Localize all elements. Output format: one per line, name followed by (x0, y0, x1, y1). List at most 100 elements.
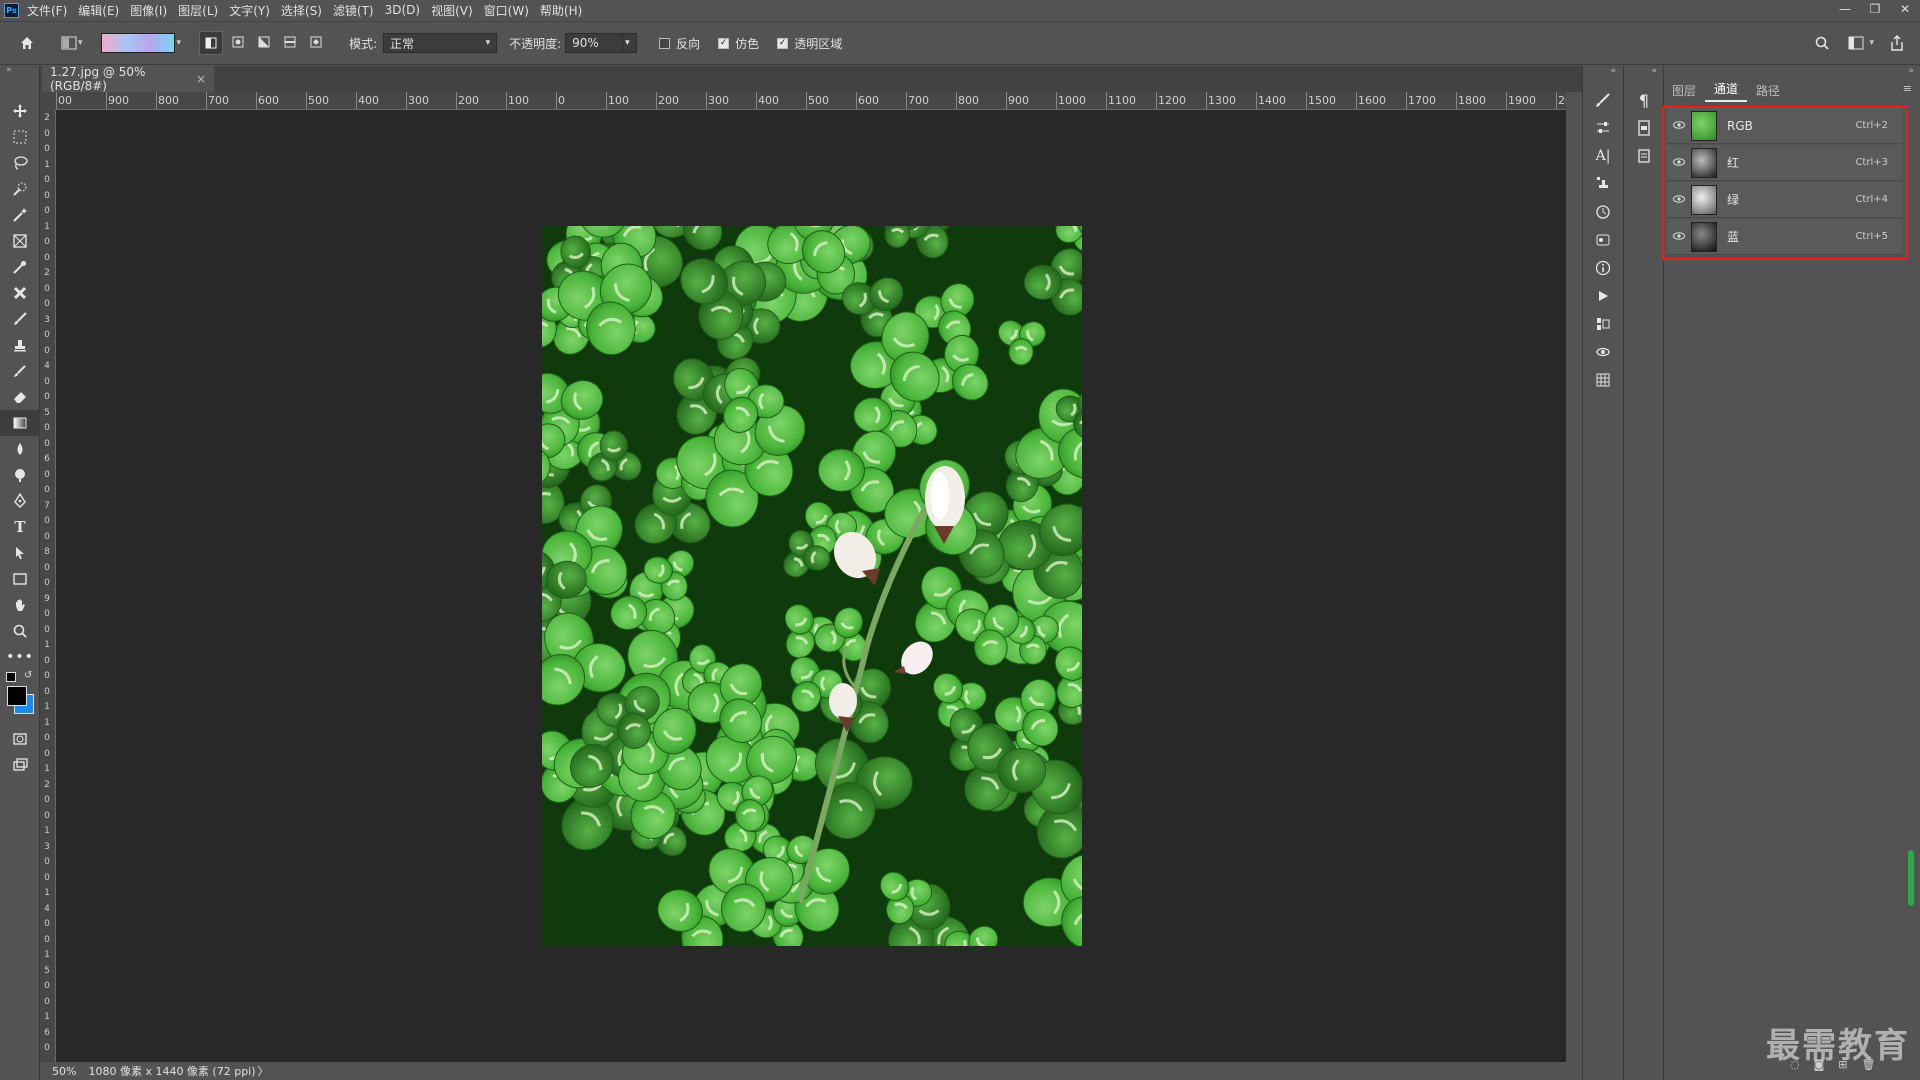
swap-colors-icon[interactable]: ↺ (24, 670, 32, 681)
eraser-tool-icon[interactable] (0, 384, 40, 410)
angle-gradient-icon[interactable] (253, 31, 275, 53)
preset-chevron-down-icon[interactable]: ▾ (78, 38, 83, 48)
eyedropper-tool-icon[interactable] (0, 254, 40, 280)
clone-source-icon[interactable] (1583, 170, 1623, 198)
workspace-icon[interactable] (1845, 32, 1867, 54)
menu-select[interactable]: 选择(S) (281, 2, 322, 19)
paragraph-icon[interactable]: ¶ (1624, 86, 1664, 114)
quick-mask-icon[interactable] (0, 726, 40, 752)
pen-tool-icon[interactable] (0, 488, 40, 514)
ruler-origin[interactable] (40, 92, 56, 110)
more-tools-icon[interactable]: ••• (0, 644, 40, 670)
transparency-checkbox-box[interactable]: ✓ (777, 37, 789, 49)
crop-frame-tool-icon[interactable] (0, 228, 40, 254)
menu-type[interactable]: 文字(Y) (229, 2, 270, 19)
reverse-checkbox[interactable]: 反向 (659, 35, 700, 52)
reflected-gradient-icon[interactable] (279, 31, 301, 53)
close-window-button[interactable]: ✕ (1890, 0, 1920, 20)
magic-wand-tool-icon[interactable] (0, 202, 40, 228)
3d-icon[interactable] (1583, 338, 1623, 366)
history-icon[interactable] (1583, 198, 1623, 226)
menu-layer[interactable]: 图层(L) (178, 2, 218, 19)
menu-edit[interactable]: 编辑(E) (78, 2, 119, 19)
restore-button[interactable]: ❐ (1860, 0, 1890, 20)
marquee-tool-icon[interactable] (0, 124, 40, 150)
type-tool-icon[interactable]: T (0, 514, 40, 540)
ruler-label: 0 (44, 562, 50, 573)
opacity-chevron-down-icon[interactable]: ▾ (623, 33, 638, 53)
menu-help[interactable]: 帮助(H) (540, 2, 582, 19)
screen-mode-icon[interactable] (0, 752, 40, 778)
clone-stamp-tool-icon[interactable] (0, 332, 40, 358)
menu-view[interactable]: 视图(V) (431, 2, 473, 19)
blur-tool-icon[interactable] (0, 436, 40, 462)
diamond-gradient-icon[interactable] (305, 31, 327, 53)
actions-play-icon[interactable] (1583, 282, 1623, 310)
gradient-chevron-down-icon[interactable]: ▾ (177, 38, 182, 48)
menu-file[interactable]: 文件(F) (27, 2, 67, 19)
document-info[interactable]: 1080 像素 x 1440 像素 (72 ppi) (88, 1063, 255, 1079)
collapse-column-2-icon[interactable]: « (1624, 66, 1663, 86)
gradient-tool-icon[interactable] (0, 410, 40, 436)
reverse-checkbox-box[interactable] (659, 37, 671, 49)
opacity-input[interactable]: 90% (565, 33, 624, 53)
menu-window[interactable]: 窗口(W) (484, 2, 529, 19)
dither-checkbox-box[interactable]: ✓ (718, 37, 730, 49)
dither-checkbox[interactable]: ✓ 仿色 (718, 35, 759, 52)
table-icon[interactable] (1583, 366, 1623, 394)
menu-3d[interactable]: 3D(D) (385, 3, 420, 17)
gradient-swatch[interactable] (100, 33, 175, 53)
foreground-color-swatch[interactable] (7, 686, 27, 706)
horizontal-ruler[interactable]: 00 900 800 700 600 500 400 300 200 100 0 100 200 300 4… (56, 92, 1566, 110)
ruler-label: 1800 (1458, 94, 1486, 107)
dodge-tool-icon[interactable] (0, 462, 40, 488)
rectangle-tool-icon[interactable] (0, 566, 40, 592)
collapse-toolbar-icon[interactable]: » (0, 66, 39, 98)
zoom-level[interactable]: 50% (52, 1065, 76, 1078)
document-image-clover[interactable] (542, 226, 1082, 946)
ruler-tick (156, 92, 157, 109)
lasso-tool-icon[interactable] (0, 150, 40, 176)
collapse-panel-icon[interactable]: » (1908, 66, 1914, 76)
gradient-tool-preset-icon[interactable] (58, 32, 80, 54)
document-tab[interactable]: 1.27.jpg @ 50%(RGB/8#) × (42, 65, 214, 93)
healing-tool-icon[interactable] (0, 280, 40, 306)
status-chevron-icon[interactable]: 〉 (258, 1063, 269, 1079)
character-icon[interactable]: A| (1583, 142, 1623, 170)
notes-icon[interactable] (1624, 142, 1664, 170)
workspace-chevron-down-icon[interactable]: ▾ (1869, 38, 1874, 48)
minimize-button[interactable]: — (1830, 0, 1860, 20)
info-icon[interactable] (1583, 254, 1623, 282)
menu-image[interactable]: 图像(I) (130, 2, 167, 19)
default-colors-icon[interactable] (6, 672, 16, 682)
share-icon[interactable] (1886, 32, 1908, 54)
adjustments-icon[interactable] (1583, 114, 1623, 142)
radial-gradient-icon[interactable] (227, 31, 249, 53)
move-tool-icon[interactable] (0, 98, 40, 124)
linear-gradient-icon[interactable] (199, 31, 224, 55)
tab-paths[interactable]: 路径 (1747, 80, 1789, 102)
hand-tool-icon[interactable] (0, 592, 40, 618)
transparency-checkbox[interactable]: ✓ 透明区域 (777, 35, 842, 52)
tab-layers[interactable]: 图层 (1663, 80, 1705, 102)
search-icon[interactable] (1811, 32, 1833, 54)
properties-icon[interactable] (1624, 114, 1664, 142)
mode-select[interactable]: 正常 ▾ (383, 33, 498, 53)
tab-channels[interactable]: 通道 (1705, 78, 1748, 102)
panel-scroll-indicator[interactable] (1908, 850, 1914, 906)
vertical-ruler[interactable]: 2 0 0 1 0 0 0 1 0 0 2 0 0 3 0 0 4 0 0 5 0 0 6 0 0 7 0 0 8 0 0 9 0 0 1 0 0 0 1 1… (40, 110, 56, 1062)
menu-filter[interactable]: 滤镜(T) (333, 2, 374, 19)
timeline-icon[interactable] (1583, 310, 1623, 338)
close-tab-icon[interactable]: × (196, 72, 206, 86)
collapse-column-icon[interactable]: « (1583, 66, 1622, 86)
path-selection-tool-icon[interactable] (0, 540, 40, 566)
zoom-tool-icon[interactable] (0, 618, 40, 644)
ruler-label: 1600 (1358, 94, 1386, 107)
history-brush-tool-icon[interactable] (0, 358, 40, 384)
ruler-label: 8 (44, 547, 50, 557)
brush-tool-icon[interactable] (0, 306, 40, 332)
color-icon[interactable] (1583, 226, 1623, 254)
quick-selection-tool-icon[interactable] (0, 176, 40, 202)
brush-settings-icon[interactable] (1583, 86, 1623, 114)
home-icon[interactable] (16, 32, 38, 54)
